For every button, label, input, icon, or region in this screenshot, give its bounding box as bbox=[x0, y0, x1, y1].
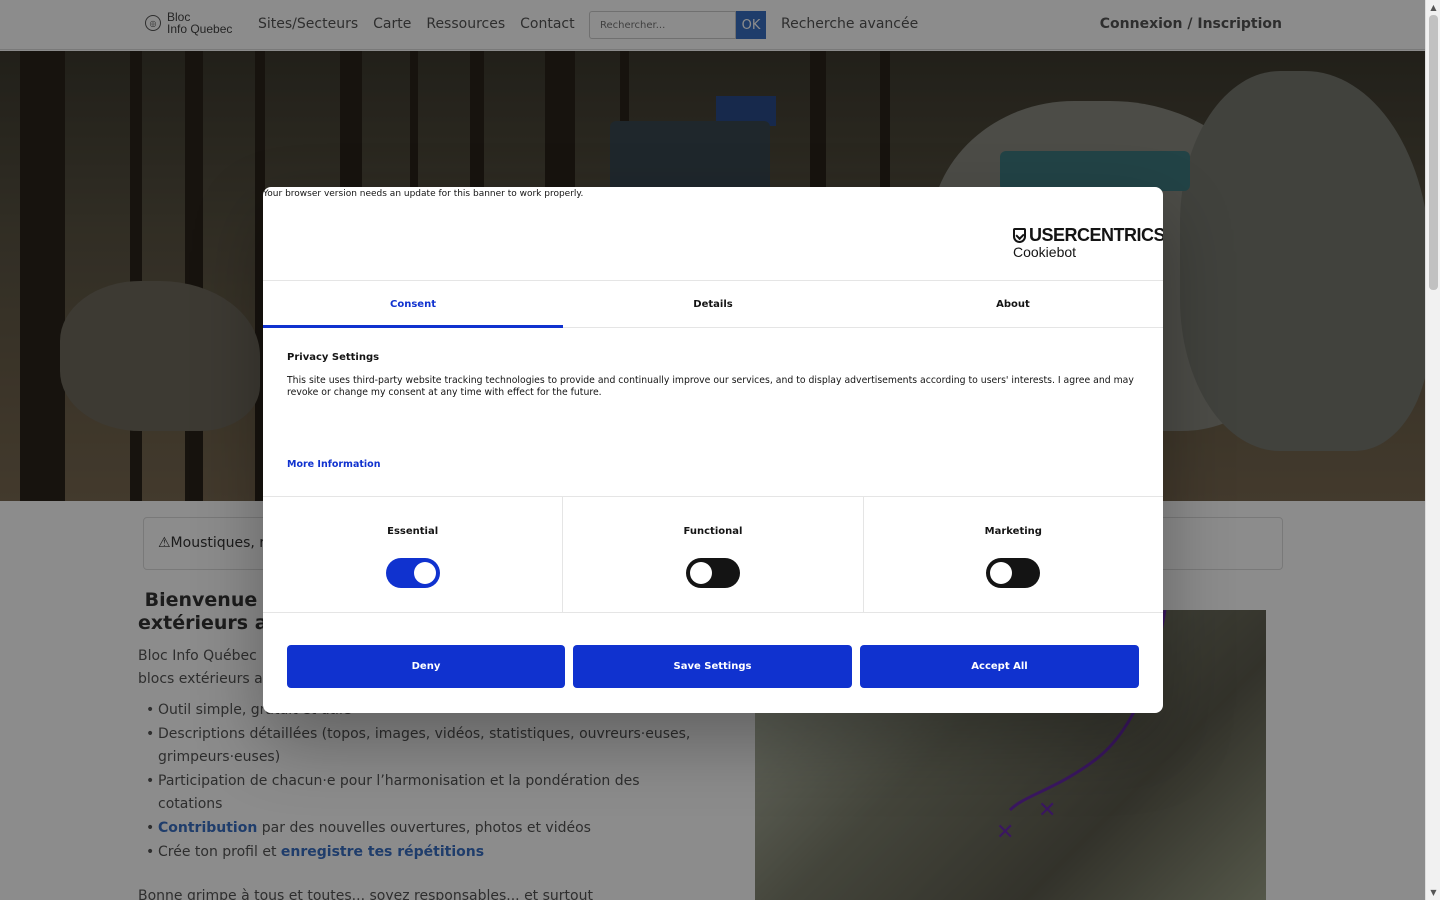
scroll-up-icon[interactable]: ▲ bbox=[1426, 0, 1440, 15]
privacy-settings-title: Privacy Settings bbox=[287, 352, 380, 363]
browser-warning: Your browser version needs an update for… bbox=[263, 189, 584, 199]
tab-about[interactable]: About bbox=[863, 281, 1163, 327]
more-information-link[interactable]: More Information bbox=[287, 459, 380, 470]
page-scrollbar[interactable]: ▲ ▼ bbox=[1425, 0, 1440, 900]
scroll-thumb[interactable] bbox=[1429, 15, 1438, 290]
brand-name: USERCENTRICS bbox=[1029, 225, 1163, 245]
consent-categories: Essential Functional Marketing bbox=[263, 496, 1163, 613]
deny-button[interactable]: Deny bbox=[287, 645, 565, 688]
tab-details[interactable]: Details bbox=[563, 281, 863, 327]
brand-sub: Cookiebot bbox=[1013, 244, 1077, 260]
usercentrics-logo: USERCENTRICS Cookiebot bbox=[1013, 225, 1163, 260]
functional-toggle[interactable] bbox=[685, 558, 740, 588]
category-label: Essential bbox=[387, 526, 439, 537]
category-functional: Functional bbox=[563, 497, 864, 612]
essential-toggle[interactable] bbox=[385, 558, 440, 588]
tab-consent[interactable]: Consent bbox=[263, 281, 563, 328]
shield-icon bbox=[1013, 228, 1026, 243]
category-label: Functional bbox=[683, 526, 743, 537]
dialog-tabs: Consent Details About bbox=[263, 280, 1163, 328]
accept-all-button[interactable]: Accept All bbox=[860, 645, 1139, 688]
marketing-toggle[interactable] bbox=[986, 558, 1041, 588]
category-essential: Essential bbox=[263, 497, 564, 612]
cookie-consent-dialog: Your browser version needs an update for… bbox=[263, 187, 1163, 713]
category-label: Marketing bbox=[984, 526, 1042, 537]
scroll-down-icon[interactable]: ▼ bbox=[1426, 885, 1440, 900]
category-marketing: Marketing bbox=[864, 497, 1163, 612]
save-settings-button[interactable]: Save Settings bbox=[573, 645, 852, 688]
privacy-settings-body: This site uses third-party website track… bbox=[287, 375, 1134, 398]
